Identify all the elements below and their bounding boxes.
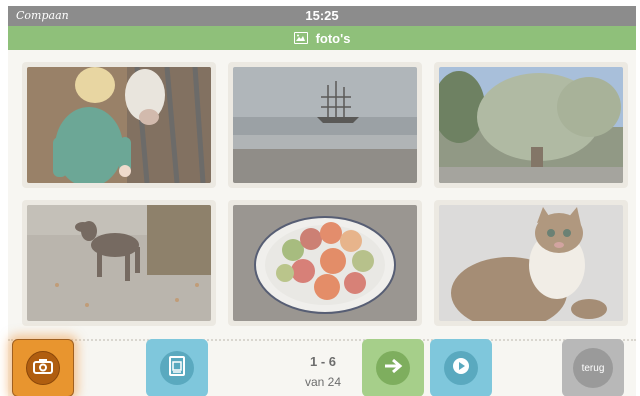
photo-grid bbox=[22, 62, 628, 330]
status-bar: Compaan 15:25 bbox=[8, 6, 636, 26]
photo-image bbox=[439, 205, 623, 321]
image-icon bbox=[293, 32, 308, 44]
arrow-right-icon bbox=[383, 358, 403, 379]
clock: 15:25 bbox=[305, 8, 339, 23]
album-icon-circle bbox=[160, 351, 194, 385]
photo-dog[interactable] bbox=[22, 200, 216, 326]
page-total: van 24 bbox=[304, 375, 342, 389]
app-window: Compaan 15:25 foto's 1 - 6 van 24 bbox=[8, 6, 636, 396]
album-button[interactable] bbox=[146, 339, 208, 396]
photo-kitten[interactable] bbox=[434, 200, 628, 326]
title-bar: foto's bbox=[8, 26, 636, 50]
next-button[interactable] bbox=[362, 339, 424, 396]
photo-apples-bowl[interactable] bbox=[228, 200, 422, 326]
camera-icon bbox=[33, 358, 53, 379]
photo-child-with-calf[interactable] bbox=[22, 62, 216, 188]
play-button[interactable] bbox=[430, 339, 492, 396]
photo-olive-tree[interactable] bbox=[434, 62, 628, 188]
page-range: 1 - 6 bbox=[309, 354, 336, 369]
camera-icon-circle bbox=[26, 351, 60, 385]
play-icon bbox=[451, 356, 471, 381]
album-icon bbox=[168, 355, 186, 381]
divider bbox=[8, 339, 636, 341]
back-button[interactable]: terug bbox=[562, 339, 624, 396]
photo-sailing-ship[interactable] bbox=[228, 62, 422, 188]
photo-image bbox=[233, 205, 417, 321]
back-button-label: terug bbox=[573, 348, 613, 388]
page-title: foto's bbox=[315, 30, 351, 46]
camera-button[interactable] bbox=[12, 339, 74, 396]
page-indicator: 1 - 6 van 24 bbox=[274, 354, 372, 389]
play-icon-circle bbox=[444, 351, 478, 385]
next-icon-circle bbox=[376, 351, 410, 385]
photo-image bbox=[233, 67, 417, 183]
photo-image bbox=[439, 67, 623, 183]
photo-image bbox=[27, 67, 211, 183]
photo-image bbox=[27, 205, 211, 321]
